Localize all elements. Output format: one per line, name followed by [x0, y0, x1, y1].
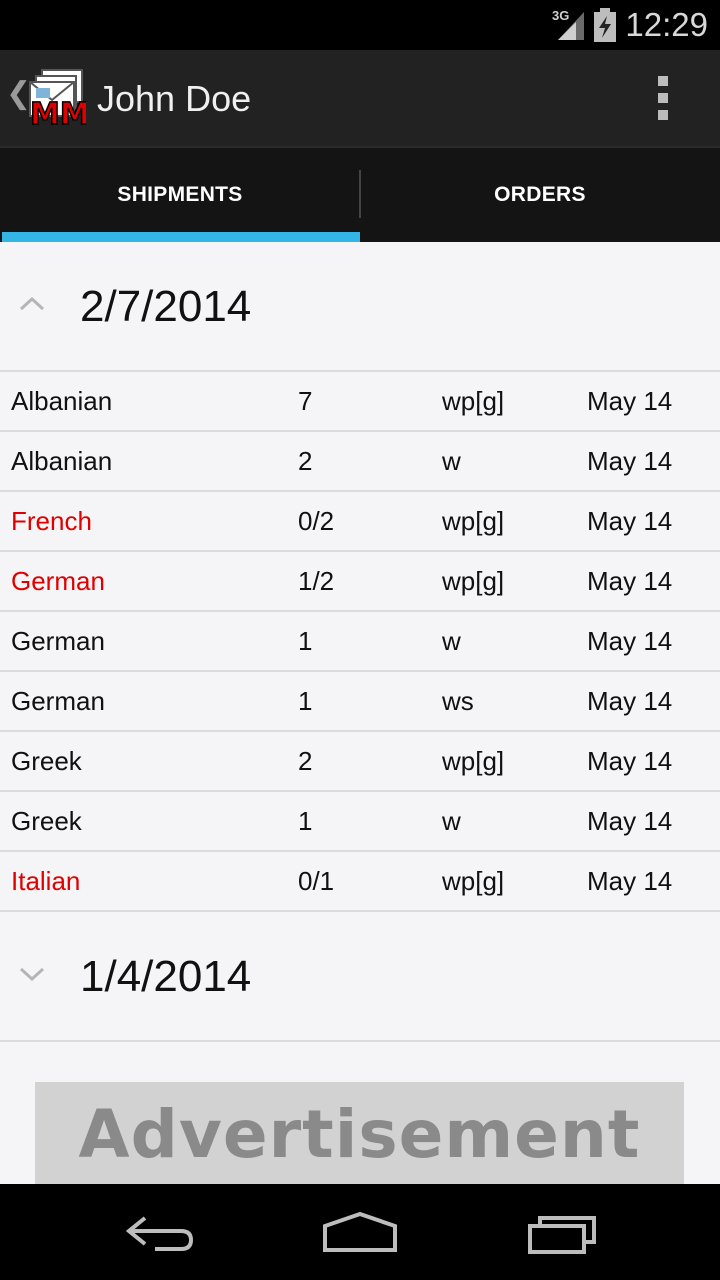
tab-bar: SHIPMENTS ORDERS — [0, 146, 720, 242]
row-month: May 14 — [587, 446, 673, 476]
navigation-bar — [0, 1184, 720, 1280]
table-row[interactable]: German 1/2 wp[g] May 14 — [0, 552, 720, 612]
advertisement-banner[interactable]: Advertisement — [35, 1082, 684, 1184]
row-month: May 14 — [587, 506, 673, 536]
tab-shipments[interactable]: SHIPMENTS — [0, 148, 360, 242]
row-month: May 14 — [587, 746, 673, 776]
battery-icon — [594, 8, 616, 42]
row-language: German — [11, 686, 105, 716]
home-icon[interactable] — [315, 1206, 405, 1256]
signal-icon — [558, 12, 584, 40]
recents-icon[interactable] — [518, 1206, 608, 1256]
row-type: wp[g] — [442, 566, 505, 596]
group-date: 2/7/2014 — [80, 282, 252, 331]
row-qty: 0/2 — [298, 506, 335, 536]
row-qty: 1 — [298, 626, 313, 656]
row-type: w — [442, 446, 461, 476]
table-row[interactable]: French 0/2 wp[g] May 14 — [0, 492, 720, 552]
row-month: May 14 — [587, 686, 673, 716]
back-icon[interactable] — [115, 1206, 205, 1256]
row-qty: 2 — [298, 746, 313, 776]
action-bar: ❮ MM John Doe — [0, 50, 720, 146]
table-row[interactable]: German 1 w May 14 — [0, 612, 720, 672]
table-row[interactable]: Albanian 7 wp[g] May 14 — [0, 372, 720, 432]
advertisement-text: Advertisement — [78, 1096, 641, 1173]
app-icon[interactable]: MM — [28, 66, 86, 128]
tab-orders[interactable]: ORDERS — [360, 148, 720, 242]
row-month: May 14 — [587, 806, 673, 836]
row-qty: 7 — [298, 386, 313, 416]
status-clock: 12:29 — [625, 6, 708, 43]
row-language: Greek — [11, 806, 82, 836]
status-bar: 3G 12:29 — [0, 0, 720, 50]
page-title: John Doe — [97, 78, 252, 119]
shipments-list[interactable]: 2/7/2014 Albanian 7 wp[g] May 14 Albanian 2 w M… — [0, 242, 720, 1184]
row-type: w — [442, 806, 461, 836]
tab-selected-indicator — [2, 232, 360, 242]
row-language: Albanian — [11, 386, 113, 416]
row-qty: 2 — [298, 446, 313, 476]
row-qty: 1 — [298, 806, 313, 836]
row-qty: 1 — [298, 686, 313, 716]
row-type: wp[g] — [442, 506, 505, 536]
overflow-menu-icon[interactable] — [644, 72, 684, 124]
row-type: wp[g] — [442, 746, 505, 776]
row-month: May 14 — [587, 866, 673, 896]
row-month: May 14 — [587, 386, 673, 416]
row-language: Italian — [11, 866, 81, 896]
group-header[interactable]: 1/4/2014 — [0, 912, 720, 1042]
table-row[interactable]: Greek 2 wp[g] May 14 — [0, 732, 720, 792]
row-qty: 0/1 — [298, 866, 335, 896]
row-type: wp[g] — [442, 386, 505, 416]
row-language: Greek — [11, 746, 82, 776]
group-header[interactable]: 2/7/2014 — [0, 242, 720, 372]
table-row[interactable]: German 1 ws May 14 — [0, 672, 720, 732]
chevron-down-icon — [19, 967, 45, 982]
row-language: French — [11, 506, 92, 536]
table-row[interactable]: Albanian 2 w May 14 — [0, 432, 720, 492]
row-month: May 14 — [587, 626, 673, 656]
row-language: German — [11, 566, 105, 596]
chevron-up-icon — [19, 296, 45, 311]
row-type: w — [442, 626, 461, 656]
row-qty: 1/2 — [298, 566, 335, 596]
app-icon-text: MM — [30, 97, 86, 128]
row-language: German — [11, 626, 105, 656]
table-row[interactable]: Greek 1 w May 14 — [0, 792, 720, 852]
table-row[interactable]: Italian 0/1 wp[g] May 14 — [0, 852, 720, 912]
row-language: Albanian — [11, 446, 113, 476]
row-type: ws — [442, 686, 474, 716]
row-month: May 14 — [587, 566, 673, 596]
group-date: 1/4/2014 — [80, 952, 252, 1001]
row-type: wp[g] — [442, 866, 505, 896]
